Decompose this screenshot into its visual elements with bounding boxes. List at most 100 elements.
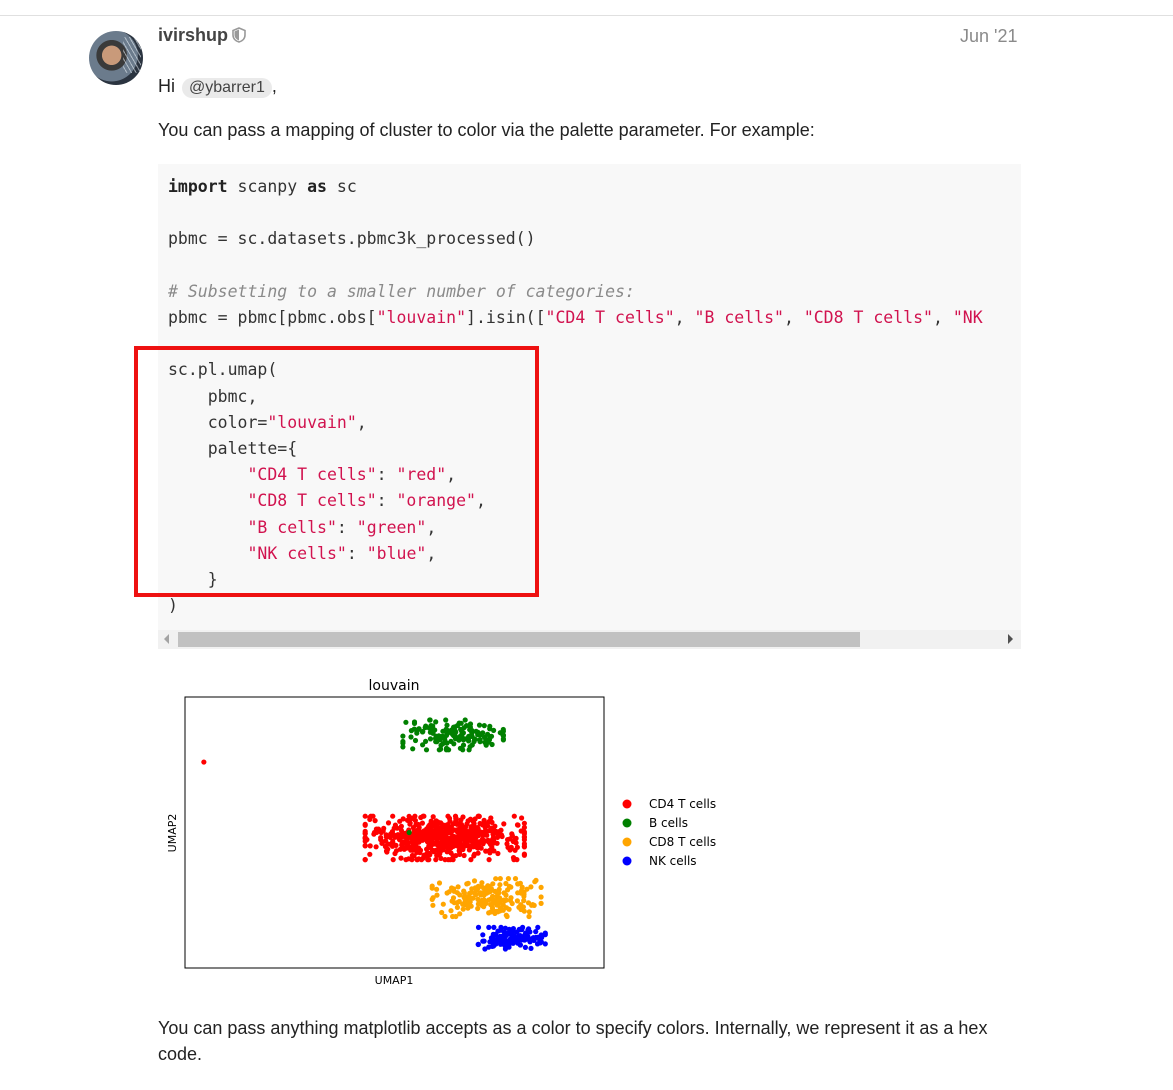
scatter-point: [451, 733, 457, 739]
chart-title: louvain: [369, 678, 420, 694]
code-block[interactable]: import scanpy as sc pbmc = sc.datasets.p…: [158, 164, 1021, 630]
scatter-point: [486, 897, 492, 903]
scrollbar-thumb[interactable]: [178, 632, 860, 647]
scatter-point: [385, 846, 391, 852]
scatter-point: [454, 904, 460, 910]
scatter-point: [495, 832, 501, 839]
code-horizontal-scrollbar[interactable]: [158, 630, 1021, 649]
scatter-point: [476, 813, 482, 819]
scatter-point: [464, 881, 470, 887]
code-text: ,: [674, 308, 695, 328]
scatter-point: [488, 909, 494, 915]
scatter-point: [426, 857, 432, 863]
code-keyword: import: [168, 177, 228, 196]
scroll-left-arrow-icon[interactable]: [164, 634, 169, 644]
code-text: :: [376, 491, 397, 511]
code-string: "B cells": [247, 517, 337, 537]
scatter-point: [373, 844, 379, 850]
code-string: "B cells": [694, 308, 784, 328]
code-line: palette={: [168, 439, 298, 459]
scatter-point: [432, 735, 439, 742]
scatter-point: [486, 857, 492, 863]
user-mention[interactable]: @ybarrer1: [182, 78, 272, 98]
shield-icon: [232, 27, 246, 43]
scatter-point: [362, 843, 368, 849]
scatter-point: [367, 843, 373, 849]
scatter-point: [467, 724, 473, 730]
scatter-point: [494, 889, 500, 895]
scatter-point: [476, 737, 482, 743]
scatter-point: [410, 841, 416, 847]
scatter-point: [487, 939, 493, 945]
scatter-point: [362, 821, 368, 827]
scatter-point: [460, 906, 466, 912]
code-text: :: [376, 465, 397, 485]
scatter-point: [487, 888, 493, 895]
scatter-point: [526, 913, 532, 920]
scatter-point: [462, 896, 468, 902]
scatter-point: [406, 829, 412, 836]
code-string: "green": [356, 517, 427, 537]
legend-marker: [622, 818, 632, 828]
scatter-point: [429, 896, 435, 902]
scatter-point: [444, 731, 450, 737]
code-text: scanpy: [227, 177, 308, 196]
code-content: import scanpy as sc pbmc = sc.datasets.p…: [168, 174, 983, 619]
code-string: "louvain": [376, 308, 467, 328]
scatter-point: [438, 734, 444, 740]
scatter-point: [526, 909, 532, 915]
scatter-point: [512, 876, 519, 882]
scatter-point: [432, 727, 438, 733]
scatter-point: [486, 924, 492, 930]
scatter-point: [532, 879, 538, 885]
code-string: "CD8 T cells": [247, 491, 377, 511]
scatter-point: [466, 738, 472, 744]
scatter-point: [513, 835, 519, 841]
scatter-point: [415, 727, 421, 733]
post-author[interactable]: ivirshup: [158, 25, 246, 46]
scatter-point: [409, 857, 415, 863]
scatter-point: [428, 723, 434, 729]
post-date[interactable]: Jun '21: [960, 26, 1017, 47]
scatter-point: [508, 844, 514, 850]
scatter-point: [475, 924, 482, 930]
code-text: ,: [426, 517, 437, 537]
scatter-point: [443, 833, 449, 839]
scatter-point: [528, 945, 534, 951]
code-string: "CD4 T cells": [247, 465, 377, 485]
code-text: ,: [783, 308, 804, 328]
scatter-point: [505, 876, 511, 882]
scatter-point: [424, 851, 430, 857]
code-string: "red": [396, 465, 447, 485]
scatter-point: [465, 903, 471, 909]
scatter-point: [456, 841, 462, 847]
scatter-point: [488, 902, 494, 908]
scatter-point: [500, 902, 506, 908]
username-label[interactable]: ivirshup: [158, 25, 228, 45]
top-divider: [0, 0, 1173, 16]
scatter-point: [438, 829, 444, 835]
scatter-point: [411, 828, 417, 834]
scatter-point: [434, 892, 440, 898]
scatter-point: [462, 717, 468, 723]
scatter-point: [486, 839, 492, 845]
scatter-point: [521, 834, 527, 841]
scatter-point: [527, 929, 533, 935]
scatter-point: [404, 843, 410, 849]
scatter-point: [439, 909, 445, 916]
avatar[interactable]: [89, 31, 143, 85]
scatter-point: [489, 943, 495, 949]
scatter-point: [521, 852, 527, 858]
scatter-point: [481, 938, 487, 944]
umap-scatter-chart[interactable]: louvain UMAP1 UMAP2 CD4 T cellsB cellsCD…: [160, 670, 760, 1000]
scatter-point: [501, 890, 507, 896]
scatter-point: [403, 857, 409, 863]
scatter-point: [362, 828, 368, 834]
scatter-point: [433, 857, 439, 863]
scatter-point: [538, 894, 544, 900]
scatter-point: [448, 828, 454, 834]
scatter-point: [403, 719, 409, 725]
scroll-right-arrow-icon[interactable]: [1008, 634, 1013, 644]
code-string: "orange": [396, 491, 476, 511]
